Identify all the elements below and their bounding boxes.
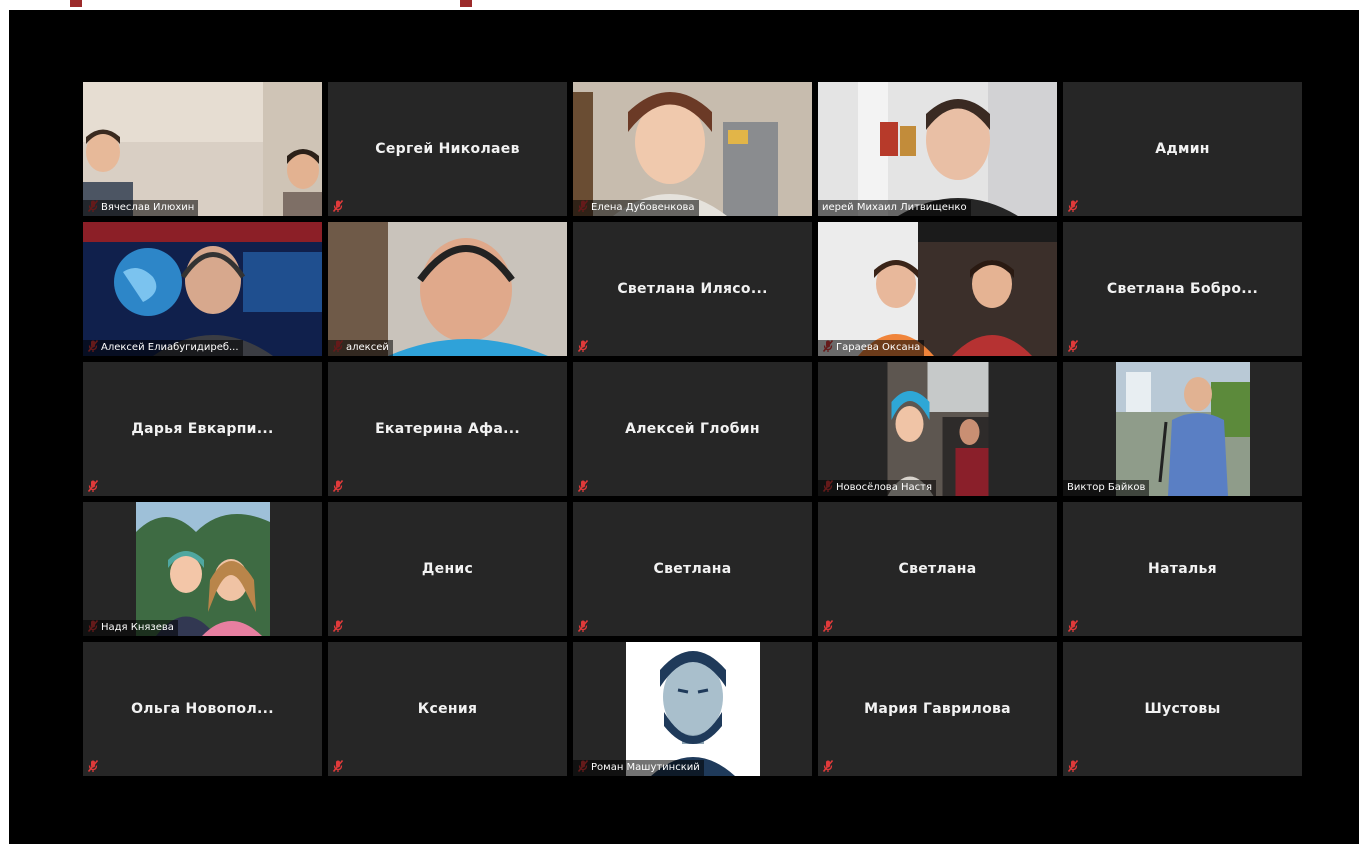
participant-tile[interactable]: Светлана [818,502,1057,636]
participant-name: Вячеслав Илюхин [83,200,199,216]
participant-name: Админ [1155,141,1210,157]
participant-video [83,222,322,356]
participant-tile[interactable]: Елена Дубовенкова [573,82,812,216]
muted-mic-icon [1066,339,1080,353]
participant-avatar [625,642,760,776]
participant-tile[interactable]: Шустовы [1063,642,1302,776]
participant-name: Гараева Оксана [818,340,925,356]
participant-name: Сергей Николаев [375,141,520,157]
participant-tile[interactable]: Ксения [328,642,567,776]
participant-tile[interactable]: Наталья [1063,502,1302,636]
participant-video [83,82,322,216]
participant-tile[interactable]: Мария Гаврилова [818,642,1057,776]
participant-tile[interactable]: Дарья Евкарпи... [83,362,322,496]
participant-tile[interactable]: Светлана Бобро... [1063,222,1302,356]
participant-tile[interactable]: Алексей Глобин [573,362,812,496]
participant-name: Шустовы [1144,701,1221,717]
participant-name: Новосёлова Настя [818,480,936,496]
participant-tile[interactable]: Светлана [573,502,812,636]
participant-video [818,222,1057,356]
participant-tile[interactable]: Алексей Елиабугидиреб... [83,222,322,356]
participant-name: Дарья Евкарпи... [131,421,274,437]
participant-video [887,362,988,496]
participant-tile[interactable]: Гараева Оксана [818,222,1057,356]
muted-mic-icon [331,619,345,633]
meeting-window: Вячеслав Илюхин Сергей Николаев Елена Ду… [9,10,1359,844]
muted-mic-icon [86,759,100,773]
participant-name: Екатерина Афа... [375,421,520,437]
participant-video [328,222,567,356]
participant-video [1115,362,1250,496]
participant-tile[interactable]: Роман Машутинский [573,642,812,776]
participant-name: Алексей Глобин [625,421,760,437]
participant-name: Роман Машутинский [573,760,704,776]
muted-mic-icon [821,619,835,633]
participant-video [135,502,270,636]
participant-tile-active-speaker[interactable]: иерей Михаил Литвищенко [818,82,1057,216]
participant-tile[interactable]: Ольга Новопол... [83,642,322,776]
participant-name: Ксения [417,701,478,717]
muted-mic-icon [576,479,590,493]
muted-mic-icon [1066,759,1080,773]
participant-video [573,82,812,216]
participant-name: Ольга Новопол... [131,701,274,717]
banner-mark [460,0,472,7]
participant-name: Елена Дубовенкова [573,200,699,216]
top-banner [0,0,1362,10]
participant-name: Наталья [1148,561,1217,577]
participant-video [818,82,1057,216]
muted-mic-icon [576,339,590,353]
participant-name: Мария Гаврилова [864,701,1011,717]
participant-tile[interactable]: Вячеслав Илюхин [83,82,322,216]
participant-tile[interactable]: Светлана Илясо... [573,222,812,356]
participant-tile[interactable]: Админ [1063,82,1302,216]
muted-mic-icon [331,199,345,213]
participant-name: алексей [328,340,393,356]
participant-tile[interactable]: Екатерина Афа... [328,362,567,496]
participant-tile[interactable]: Новосёлова Настя [818,362,1057,496]
muted-mic-icon [1066,619,1080,633]
muted-mic-icon [821,759,835,773]
participant-name: Алексей Елиабугидиреб... [83,340,243,356]
muted-mic-icon [331,479,345,493]
participant-name: Светлана Бобро... [1106,281,1259,297]
muted-mic-icon [1066,199,1080,213]
participant-name: Светлана [898,561,977,577]
participant-tile[interactable]: Надя Князева [83,502,322,636]
participant-tile[interactable]: алексей [328,222,567,356]
muted-mic-icon [86,479,100,493]
participant-name: иерей Михаил Литвищенко [818,200,971,216]
participant-name: Светлана [653,561,732,577]
participant-name: Виктор Байков [1063,480,1150,496]
participant-name: Надя Князева [83,620,178,636]
participant-tile[interactable]: Сергей Николаев [328,82,567,216]
participant-name: Денис [421,561,474,577]
muted-mic-icon [331,759,345,773]
participant-tile[interactable]: Денис [328,502,567,636]
participant-tile[interactable]: Виктор Байков [1063,362,1302,496]
participant-name: Светлана Илясо... [617,281,768,297]
banner-mark [70,0,82,7]
muted-mic-icon [576,619,590,633]
gallery-grid: Вячеслав Илюхин Сергей Николаев Елена Ду… [83,82,1302,776]
